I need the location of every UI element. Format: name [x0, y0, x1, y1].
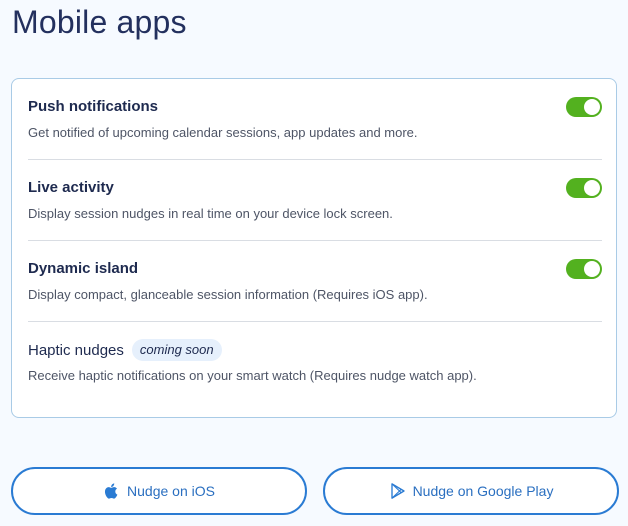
setting-haptic-nudges: Haptic nudges coming soon Receive haptic …	[28, 322, 602, 403]
setting-description: Get notified of upcoming calendar sessio…	[28, 125, 418, 140]
mobile-apps-page: Mobile apps Push notifications Get notif…	[0, 0, 628, 526]
toggle-knob	[584, 180, 600, 196]
apple-icon	[103, 482, 121, 500]
toggle-knob	[584, 261, 600, 277]
setting-title: Haptic nudges	[28, 342, 124, 359]
push-notifications-toggle[interactable]	[566, 97, 602, 117]
setting-title: Push notifications	[28, 98, 159, 115]
nudge-on-ios-label: Nudge on iOS	[127, 483, 215, 499]
setting-description: Display compact, glanceable session info…	[28, 287, 428, 302]
setting-push-notifications: Push notifications Get notified of upcom…	[28, 79, 602, 160]
setting-description: Display session nudges in real time on y…	[28, 206, 393, 221]
nudge-on-ios-button[interactable]: Nudge on iOS	[11, 467, 307, 515]
google-play-icon	[389, 482, 407, 500]
nudge-on-google-play-button[interactable]: Nudge on Google Play	[323, 467, 619, 515]
coming-soon-badge: coming soon	[131, 339, 222, 361]
setting-title-wrapper: Haptic nudges coming soon	[28, 339, 222, 361]
setting-live-activity: Live activity Display session nudges in …	[28, 160, 602, 241]
dynamic-island-toggle[interactable]	[566, 259, 602, 279]
toggle-knob	[584, 99, 600, 115]
nudge-on-google-play-label: Nudge on Google Play	[412, 483, 554, 499]
setting-title: Dynamic island	[28, 260, 139, 277]
mobile-settings-card: Push notifications Get notified of upcom…	[11, 78, 617, 418]
live-activity-toggle[interactable]	[566, 178, 602, 198]
setting-dynamic-island: Dynamic island Display compact, glanceab…	[28, 241, 602, 322]
page-title: Mobile apps	[12, 4, 187, 40]
setting-description: Receive haptic notifications on your sma…	[28, 368, 477, 383]
setting-title: Live activity	[28, 179, 114, 196]
